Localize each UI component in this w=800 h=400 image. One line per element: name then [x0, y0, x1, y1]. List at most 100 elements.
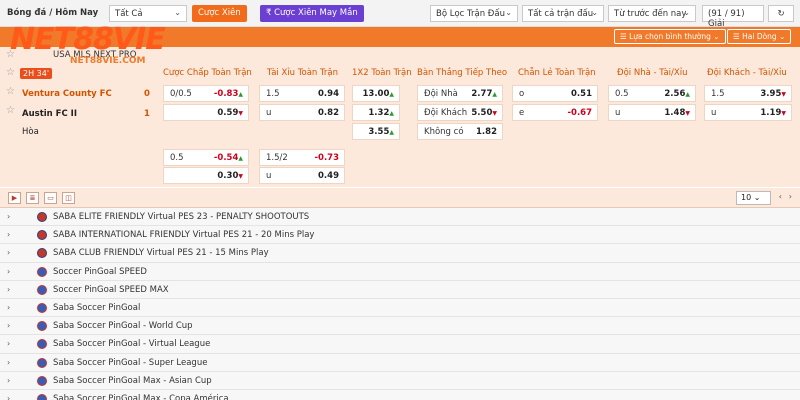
filter-all-select[interactable]: Tất Cả ⌄ — [109, 5, 187, 22]
odds-cell[interactable]: 0/0.5 -0.83▲ — [163, 85, 249, 102]
odds-value: 0.51 — [571, 89, 592, 99]
league-row[interactable]: › Soccer PinGoal SPEED MAX — [0, 280, 800, 299]
menu-icon: ☰ — [620, 32, 630, 41]
home-team: Ventura County FC — [22, 89, 112, 99]
chevron-left-icon[interactable]: ‹ — [779, 192, 782, 201]
chevron-right-icon[interactable]: › — [7, 394, 10, 400]
away-team: Austin FC II — [22, 109, 78, 119]
two-line-button[interactable]: ☰ Hai Dòng ⌄ — [727, 29, 792, 44]
league-row[interactable]: › Saba Soccer PinGoal — [0, 298, 800, 318]
odds-cell[interactable]: o 0.51 — [512, 85, 598, 102]
odds-value: -0.73 — [314, 153, 340, 163]
sort-select[interactable]: Từ trước đến nay ⌄ — [608, 5, 696, 22]
chevron-down-icon: ⌄ — [683, 8, 690, 17]
league-name: Saba Soccer PinGoal — [53, 302, 141, 313]
league-row[interactable]: › Saba Soccer PinGoal - World Cup — [0, 317, 800, 336]
odds-value: 2.56▲ — [664, 89, 690, 99]
odds-cell[interactable]: 0.5 2.56▲ — [608, 85, 696, 102]
odds-value: -0.83▲ — [213, 89, 243, 99]
odds-cell[interactable]: 1.5 0.94 — [259, 85, 345, 102]
league-flag-icon — [37, 302, 47, 313]
normal-view-button[interactable]: ☰ Lựa chọn bình thường ⌄ — [614, 29, 726, 44]
league-row[interactable]: › SABA ELITE FRIENDLY Virtual PES 23 - PE… — [0, 208, 800, 227]
league-count: (91 / 91) Giải — [702, 5, 764, 29]
draw-label: Hòa — [22, 127, 39, 137]
stats-icon[interactable]: ≣ — [26, 192, 39, 204]
chevron-right-icon[interactable]: › — [7, 248, 10, 257]
page-size-select[interactable]: 10 ⌄ — [736, 191, 771, 205]
league-list: › SABA ELITE FRIENDLY Virtual PES 23 - PE… — [0, 208, 800, 400]
tv-icon[interactable]: ▭ — [44, 192, 57, 204]
odds-value: 0.82 — [318, 108, 339, 118]
total-line: 1.5 — [711, 89, 725, 99]
league-flag-icon — [37, 321, 47, 332]
chevron-right-icon[interactable]: › — [7, 267, 10, 276]
odds-cell[interactable]: 0.30▼ — [163, 167, 249, 184]
outcome-label: Đội Nhà — [424, 89, 458, 99]
star-icon[interactable]: ☆ — [6, 67, 15, 78]
col-over-under: Tài Xỉu Toàn Trận — [267, 68, 339, 78]
chevron-right-icon[interactable]: › — [7, 321, 10, 330]
chevron-right-icon[interactable]: › — [7, 212, 10, 221]
league-flag-icon — [37, 339, 47, 350]
field-icon[interactable]: ◫ — [62, 192, 75, 204]
odds-value: -0.67 — [567, 108, 593, 118]
odds-cell[interactable]: u 1.19▼ — [704, 104, 792, 121]
refresh-button[interactable]: ↻ — [768, 5, 794, 22]
match-filter-select[interactable]: Bộ Lọc Trận Đấu ⌄ — [430, 5, 518, 22]
odds-cell[interactable]: 3.55▲ — [352, 123, 400, 140]
league-row[interactable]: › Saba Soccer PinGoal Max - Asian Cup — [0, 371, 800, 390]
chevron-right-icon[interactable]: › — [7, 285, 10, 294]
total-line: 1.5 — [266, 89, 280, 99]
odds-cell[interactable]: 1.32▲ — [352, 104, 400, 121]
league-row[interactable]: › Soccer PinGoal SPEED — [0, 262, 800, 281]
chevron-down-icon: ⌄ — [591, 8, 598, 17]
lucky-parlay-button[interactable]: ₹ Cược Xiên May Mắn — [260, 5, 364, 22]
odds-cell[interactable]: u 0.82 — [259, 104, 345, 121]
match-filter-label: Bộ Lọc Trận Đấu — [436, 9, 505, 19]
odds-value: 0.94 — [318, 89, 339, 99]
league-row[interactable]: › Saba Soccer PinGoal Max - Copa América — [0, 389, 800, 400]
odds-cell[interactable]: Đội Khách 5.50▼ — [417, 104, 503, 121]
odds-value: 0.30▼ — [217, 171, 243, 181]
chevron-right-icon[interactable]: › — [7, 303, 10, 312]
league-row[interactable]: › SABA INTERNATIONAL FRIENDLY Virtual PES… — [0, 226, 800, 245]
league-row[interactable]: › Saba Soccer PinGoal - Virtual League — [0, 335, 800, 354]
odds-cell[interactable]: 1.5 3.95▼ — [704, 85, 792, 102]
odds-cell[interactable]: 13.00▲ — [352, 85, 400, 102]
chevron-down-icon: ⌄ — [174, 8, 181, 17]
league-row[interactable]: › Saba Soccer PinGoal - Super League — [0, 353, 800, 372]
play-icon[interactable]: ▶ — [8, 192, 21, 204]
under-label: u — [266, 171, 272, 181]
chevron-right-icon[interactable]: › — [7, 339, 10, 348]
odds-value: 1.48▼ — [664, 108, 690, 118]
chevron-right-icon[interactable]: › — [7, 230, 10, 239]
star-icon[interactable]: ☆ — [6, 86, 15, 97]
odds-cell[interactable]: u 0.49 — [259, 167, 345, 184]
parlay-button[interactable]: Cược Xiên — [192, 5, 247, 22]
odds-value: 2.77▲ — [471, 89, 497, 99]
chevron-right-icon[interactable]: › — [7, 376, 10, 385]
all-matches-select[interactable]: Tất cả trận đấu ⌄ — [522, 5, 604, 22]
col-odd-even: Chẵn Lẻ Toàn Trận — [518, 68, 596, 78]
col-next-goal: Bàn Thắng Tiếp Theo — [417, 68, 508, 78]
league-flag-icon — [37, 357, 47, 368]
chevron-right-icon[interactable]: › — [789, 192, 792, 201]
odds-cell[interactable]: 0.5 -0.54▲ — [163, 149, 249, 166]
star-icon[interactable]: ☆ — [6, 105, 15, 116]
home-score: 0 — [144, 89, 150, 99]
odds-value: 1.82 — [476, 127, 497, 137]
odds-cell[interactable]: e -0.67 — [512, 104, 598, 121]
odds-cell[interactable]: u 1.48▼ — [608, 104, 696, 121]
league-name: SABA INTERNATIONAL FRIENDLY Virtual PES … — [53, 230, 315, 241]
refresh-icon: ↻ — [777, 9, 785, 19]
league-row[interactable]: › SABA CLUB FRIENDLY Virtual PES 21 - 15 … — [0, 244, 800, 263]
odds-cell[interactable]: 1.5/2 -0.73 — [259, 149, 345, 166]
match-time-badge: 2H 34' — [20, 68, 53, 79]
odds-value: 1.32▲ — [368, 108, 394, 118]
odds-cell[interactable]: Không có 1.82 — [417, 123, 503, 140]
odds-cell[interactable]: 0.59▼ — [163, 104, 249, 121]
odds-cell[interactable]: Đội Nhà 2.77▲ — [417, 85, 503, 102]
odds-value: 1.19▼ — [760, 108, 786, 118]
chevron-right-icon[interactable]: › — [7, 358, 10, 367]
